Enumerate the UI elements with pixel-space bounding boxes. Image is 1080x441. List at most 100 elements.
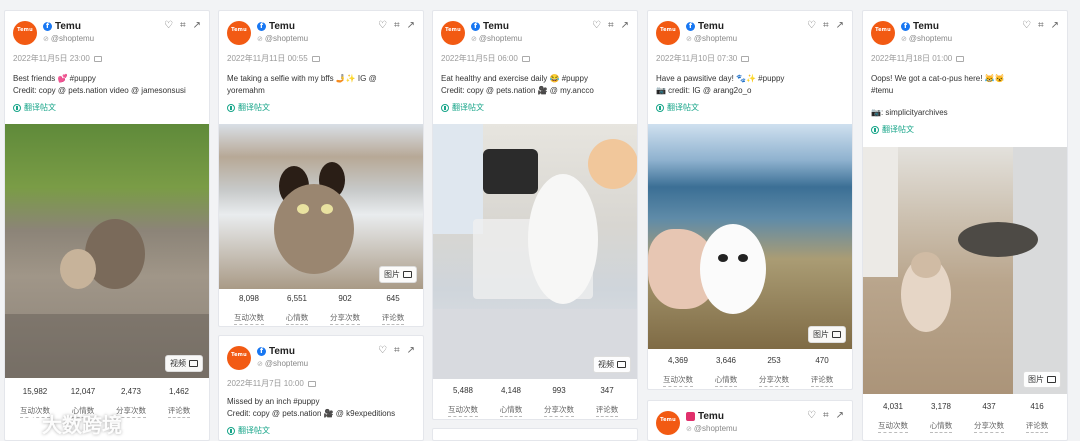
comments-count: 1,462 (168, 387, 190, 396)
post-card[interactable]: Temu f Temu ⊘ @shoptemu ♡ ⌗ ↗ 2022年11月5日 23:… (4, 10, 210, 441)
temu-avatar[interactable]: Temu (227, 21, 251, 45)
share-icon[interactable]: ↗ (193, 21, 201, 31)
post-text-line: 📷 credit: IG @ arang2o_o (656, 86, 752, 95)
interactions-label: 互动次数 (878, 420, 908, 433)
interactions-label: 互动次数 (448, 404, 478, 417)
share-icon[interactable]: ↗ (836, 21, 844, 31)
watermark-logo-icon (10, 414, 36, 433)
account-name[interactable]: Temu (483, 21, 509, 32)
reactions-label: 心情数 (929, 420, 953, 433)
temu-avatar[interactable]: Temu (441, 21, 465, 45)
post-card[interactable]: Temu f Temu ⊘ @shoptemu ♡ ⌗ ↗ 2022年11月10日 07… (647, 10, 853, 390)
temu-avatar[interactable]: Temu (656, 411, 680, 435)
account-name[interactable]: Temu (269, 21, 295, 32)
post-card[interactable]: Temu f Temu ⊘ @shoptemu ♡ ⌗ ↗ 2022年11月11日 00… (218, 10, 424, 327)
tag-icon[interactable]: ⌗ (394, 346, 400, 356)
translate-button[interactable]: 翻译帖文 (13, 102, 201, 113)
post-card[interactable]: Temu f Temu ⊘ @shoptemu ♡ ⌗ ↗ 2022年11月18日 01… (862, 10, 1068, 441)
post-photo[interactable]: 图片 (863, 147, 1067, 394)
post-date: 2022年11月5日 06:00 (441, 54, 518, 63)
tag-icon[interactable]: ⌗ (180, 21, 186, 31)
post-video[interactable]: 视频 (433, 124, 637, 379)
reactions-label: 心情数 (499, 404, 523, 417)
instagram-icon (686, 411, 695, 421)
translate-icon (13, 103, 21, 112)
reactions-label: 心情数 (714, 374, 738, 387)
temu-avatar[interactable]: Temu (227, 346, 251, 370)
account-handle: @shoptemu (50, 34, 95, 43)
translate-button[interactable]: 翻译帖文 (656, 102, 844, 113)
link-icon: ⊘ (257, 361, 263, 368)
video-icon (307, 380, 316, 387)
translate-button[interactable]: 翻译帖文 (227, 102, 415, 113)
account-handle: @shoptemu (908, 34, 953, 43)
image-badge-icon (1047, 376, 1056, 383)
temu-avatar[interactable]: Temu (871, 21, 895, 45)
interactions-label: 互动次数 (663, 374, 693, 387)
share-icon[interactable]: ↗ (621, 21, 629, 31)
translate-button[interactable]: 翻译帖文 (871, 124, 1059, 135)
translate-label: 翻译帖文 (238, 103, 270, 112)
link-icon: ⊘ (471, 36, 477, 43)
heart-icon[interactable]: ♡ (807, 21, 816, 31)
image-badge-icon (403, 271, 412, 278)
post-date: 2022年11月5日 23:00 (13, 54, 90, 63)
watermark: 大数跨境 (10, 409, 122, 438)
post-card[interactable]: Temu f Temu ⊘ @shoptemu ♡ ⌗ ↗ 2022年11月7日 10:… (218, 335, 424, 441)
temu-avatar[interactable]: Temu (13, 21, 37, 45)
comments-label: 评论数 (1025, 420, 1049, 433)
account-name[interactable]: Temu (698, 411, 724, 422)
photo-icon (956, 55, 965, 62)
share-icon[interactable]: ↗ (407, 21, 415, 31)
share-icon[interactable]: ↗ (836, 411, 844, 421)
shares-count: 902 (338, 294, 352, 303)
shares-label: 分享次数 (759, 374, 789, 387)
reactions-label: 心情数 (285, 312, 309, 325)
account-handle: @shoptemu (693, 34, 738, 43)
post-card[interactable] (432, 428, 638, 441)
account-name[interactable]: Temu (913, 21, 939, 32)
translate-button[interactable]: 翻译帖文 (227, 425, 415, 436)
tag-icon[interactable]: ⌗ (823, 21, 829, 31)
reactions-count: 3,646 (715, 356, 737, 365)
translate-icon (441, 103, 449, 112)
photo-icon (311, 55, 320, 62)
translate-icon (871, 125, 879, 134)
video-badge-icon (617, 361, 626, 368)
heart-icon[interactable]: ♡ (592, 21, 601, 31)
comments-label: 评论数 (810, 374, 834, 387)
tag-icon[interactable]: ⌗ (823, 411, 829, 421)
tag-icon[interactable]: ⌗ (394, 21, 400, 31)
account-name[interactable]: Temu (55, 21, 81, 32)
account-name[interactable]: Temu (698, 21, 724, 32)
shares-count: 2,473 (120, 387, 142, 396)
post-photo[interactable]: 图片 (648, 124, 852, 349)
media-type-badge: 图片 (379, 266, 417, 283)
image-badge-icon (832, 331, 841, 338)
share-icon[interactable]: ↗ (407, 346, 415, 356)
account-name[interactable]: Temu (269, 346, 295, 357)
translate-label: 翻译帖文 (238, 426, 270, 435)
heart-icon[interactable]: ♡ (164, 21, 173, 31)
heart-icon[interactable]: ♡ (807, 411, 816, 421)
post-card[interactable]: Temu Temu ⊘ @shoptemu ♡ ⌗ ↗ (647, 400, 853, 441)
shares-label: 分享次数 (974, 420, 1004, 433)
share-icon[interactable]: ↗ (1051, 21, 1059, 31)
tag-icon[interactable]: ⌗ (1038, 21, 1044, 31)
post-card[interactable]: Temu f Temu ⊘ @shoptemu ♡ ⌗ ↗ 2022年11月5日 06:… (432, 10, 638, 420)
comments-count: 416 (1030, 402, 1044, 411)
heart-icon[interactable]: ♡ (378, 346, 387, 356)
video-badge-icon (189, 360, 198, 367)
shares-label: 分享次数 (544, 404, 574, 417)
account-handle: @shoptemu (693, 424, 738, 433)
reactions-count: 3,178 (930, 402, 952, 411)
post-photo[interactable]: 图片 (219, 124, 423, 289)
heart-icon[interactable]: ♡ (1022, 21, 1031, 31)
interactions-count: 8,098 (238, 294, 260, 303)
tag-icon[interactable]: ⌗ (608, 21, 614, 31)
temu-avatar[interactable]: Temu (656, 21, 680, 45)
heart-icon[interactable]: ♡ (378, 21, 387, 31)
translate-button[interactable]: 翻译帖文 (441, 102, 629, 113)
post-video[interactable]: 视频 (5, 124, 209, 378)
interactions-count: 4,369 (667, 356, 689, 365)
